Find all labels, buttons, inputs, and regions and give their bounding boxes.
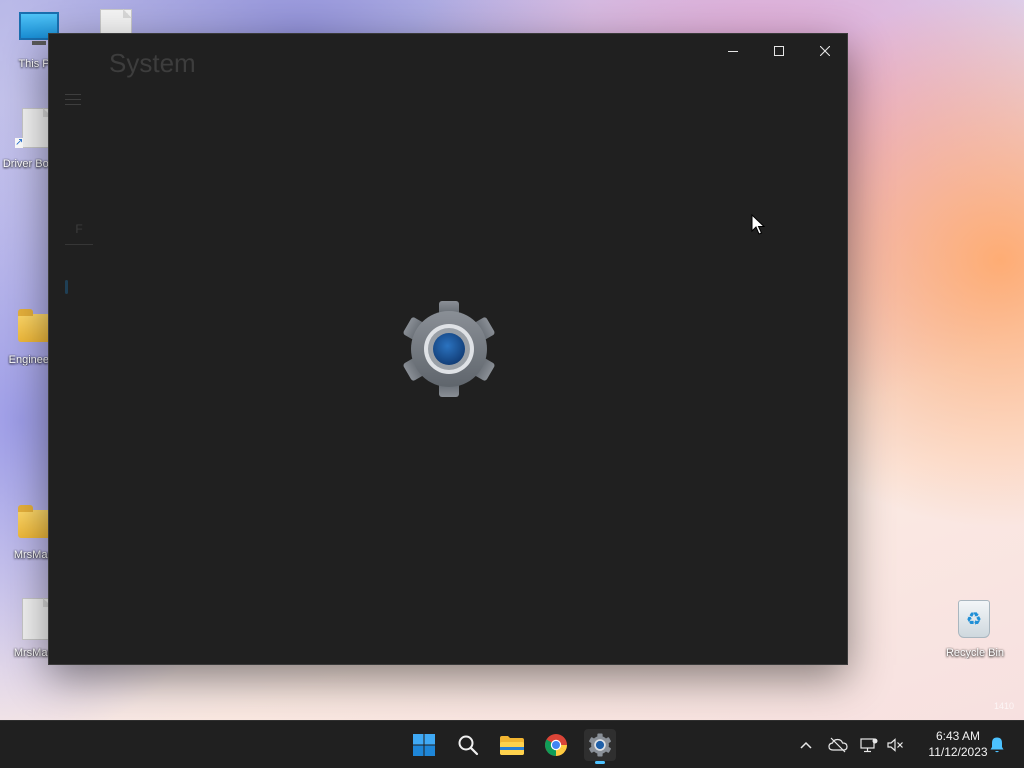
file-explorer-icon <box>500 736 524 755</box>
desktop-icon-recycle-bin[interactable]: ♻ Recycle Bin <box>939 596 1011 662</box>
chrome-icon <box>545 734 567 756</box>
volume-tray-button[interactable] <box>884 735 906 755</box>
chevron-up-icon <box>800 741 812 749</box>
settings-button[interactable] <box>584 729 616 764</box>
search-button[interactable] <box>452 729 484 761</box>
desktop-icon-label: Recycle Bin <box>945 647 1005 659</box>
active-app-indicator <box>595 761 605 764</box>
close-button[interactable] <box>802 36 848 66</box>
volume-muted-icon <box>887 738 903 752</box>
windows-start-icon <box>413 734 435 756</box>
onedrive-tray-button[interactable] <box>827 735 849 755</box>
show-hidden-icons-button[interactable] <box>795 735 817 755</box>
recycle-bin-icon: ♻ <box>958 600 990 638</box>
notifications-button[interactable] <box>986 735 1008 755</box>
notification-bell-icon <box>990 737 1004 753</box>
maximize-icon <box>774 46 784 56</box>
mouse-cursor-icon <box>751 214 765 235</box>
search-box-glyph: F <box>75 222 83 236</box>
cloud-offline-icon <box>828 737 848 753</box>
selected-nav-indicator <box>65 280 68 294</box>
settings-search-box[interactable]: F <box>65 214 93 245</box>
close-icon <box>820 46 830 56</box>
file-explorer-button[interactable] <box>496 729 528 761</box>
desktop-watermark: 1410 <box>994 701 1015 711</box>
maximize-button[interactable] <box>756 36 802 66</box>
settings-icon <box>589 733 611 757</box>
settings-window[interactable]: System F <box>48 33 848 665</box>
navigation-menu-button[interactable] <box>65 94 81 109</box>
minimize-button[interactable] <box>710 36 756 66</box>
settings-gear-icon <box>403 301 495 397</box>
network-tray-button[interactable] <box>858 735 880 755</box>
search-icon <box>458 735 479 756</box>
window-title: System <box>109 48 196 78</box>
shortcut-arrow-icon: ↗ <box>15 137 24 148</box>
taskbar: 6:43 AM 11/12/2023 <box>0 720 1024 768</box>
minimize-icon <box>728 51 738 52</box>
start-button[interactable] <box>408 729 440 761</box>
network-disconnected-icon <box>860 738 878 753</box>
chrome-button[interactable] <box>540 729 572 761</box>
